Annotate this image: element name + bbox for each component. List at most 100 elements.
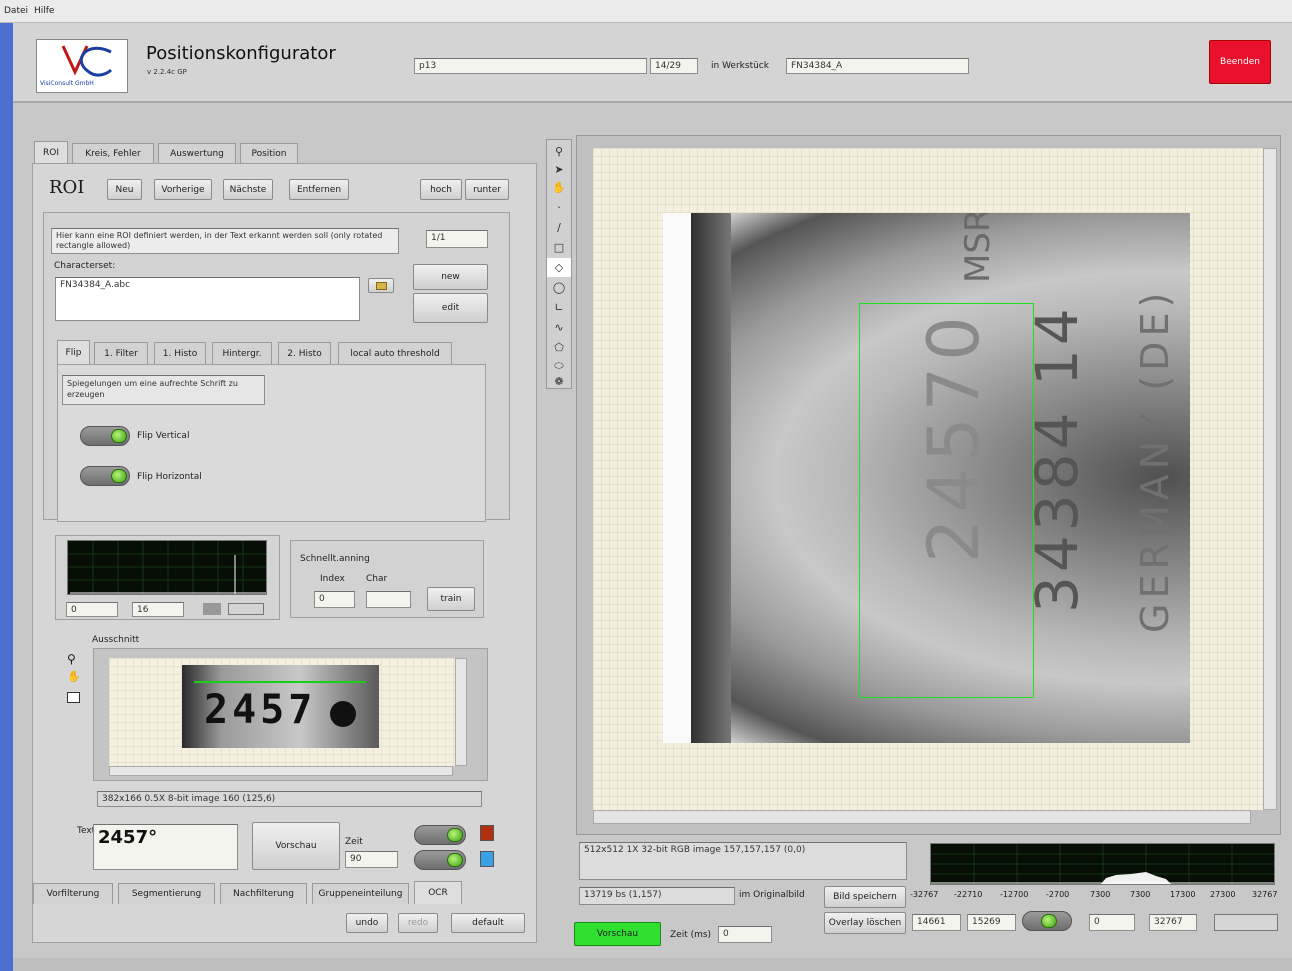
charset-field[interactable]: FN34384_A.abc <box>55 277 360 321</box>
clear-overlay-button[interactable]: Overlay löschen <box>824 912 906 934</box>
subtab-filter1[interactable]: 1. Filter <box>94 342 148 364</box>
tab-auswertung[interactable]: Auswertung <box>158 143 236 163</box>
zoom-icon[interactable]: ⚲ <box>67 652 76 666</box>
tab-nachfilterung[interactable]: Nachfilterung <box>220 883 307 904</box>
charset-edit-button[interactable]: edit <box>413 293 488 323</box>
image-hscroll[interactable] <box>593 810 1251 824</box>
tab-gruppeneinteilung[interactable]: Gruppeneinteilung <box>312 883 409 904</box>
crop-vscroll[interactable] <box>455 658 467 766</box>
ratio-field: 1/1 <box>426 230 488 248</box>
crop-text: 2457 <box>204 687 317 733</box>
menu-hilfe[interactable]: Hilfe <box>34 6 54 16</box>
position-name-field[interactable]: p13 <box>414 58 647 74</box>
hist-max-field[interactable]: 16 <box>132 602 184 617</box>
small-histogram <box>67 540 267 595</box>
folder-browse-button[interactable] <box>368 278 394 293</box>
hist-axis-tick: 27300 <box>1210 890 1236 899</box>
status-red-indicator <box>480 825 494 841</box>
new-roi-button[interactable]: Neu <box>107 179 142 200</box>
pan-icon[interactable]: ✋ <box>67 670 81 683</box>
default-button[interactable]: default <box>451 913 525 933</box>
rectangle-icon[interactable] <box>67 692 80 703</box>
workpiece-field[interactable]: FN34384_A <box>786 58 969 74</box>
subtab-histo2[interactable]: 2. Histo <box>278 342 331 364</box>
ocr-preview-button[interactable]: Vorschau <box>252 822 340 870</box>
hist-tools-icon[interactable] <box>228 603 264 615</box>
next-roi-button[interactable]: Nächste <box>223 179 273 200</box>
graph-tools-icon[interactable] <box>1214 914 1278 931</box>
flip-hint: Spiegelungen um eine aufrechte Schrift z… <box>62 375 265 405</box>
train-button[interactable]: train <box>427 587 475 611</box>
color-tool-icon[interactable]: ❁ <box>547 372 571 391</box>
subtab-histo1[interactable]: 1. Histo <box>154 342 206 364</box>
tab-ocr[interactable]: OCR <box>414 881 462 904</box>
flip-vertical-toggle[interactable] <box>80 426 130 446</box>
tab-position[interactable]: Position <box>240 143 298 163</box>
flip-horizontal-toggle[interactable] <box>80 466 130 486</box>
logo-company-text: VisiConsult GmbH <box>40 80 94 87</box>
hist-axis-tick: 7300 <box>1130 890 1151 899</box>
rectangle-tool-icon[interactable]: □ <box>547 238 571 257</box>
workpiece-label: in Werkstück <box>711 61 769 71</box>
hist-axis-tick: 7300 <box>1090 890 1111 899</box>
tool-palette: ⚲ ➤ ✋ · ∕ □ ◇ ◯ ∟ ∿ ⬠ ⬭ ❁ <box>546 139 572 389</box>
subtab-hintergrund[interactable]: Hintergr. <box>212 342 272 364</box>
charset-new-button[interactable]: new <box>413 264 488 290</box>
tab-segmentierung[interactable]: Segmentierung <box>118 883 215 904</box>
zeit-ms-label: Zeit (ms) <box>670 930 712 940</box>
hist-zoom-icon[interactable] <box>203 603 221 615</box>
tab-vorfilterung[interactable]: Vorfilterung <box>33 883 113 904</box>
option-toggle-2[interactable] <box>414 850 466 870</box>
range-low-field[interactable]: 0 <box>1089 914 1135 931</box>
crop-info: 382x166 0.5X 8-bit image 160 (125,6) <box>97 791 482 807</box>
undo-button[interactable]: undo <box>346 913 388 933</box>
move-down-button[interactable]: runter <box>465 179 509 200</box>
crop-image: 2457 <box>182 665 379 748</box>
previous-roi-button[interactable]: Vorherige <box>154 179 212 200</box>
range-high-field[interactable]: 32767 <box>1149 914 1197 931</box>
subtab-local-threshold[interactable]: local auto threshold <box>338 342 452 364</box>
option-toggle-1[interactable] <box>414 825 466 845</box>
pointer-tool-icon[interactable]: ➤ <box>547 160 571 179</box>
redo-button[interactable]: redo <box>398 913 438 933</box>
polygon-tool-icon[interactable]: ⬠ <box>547 338 571 357</box>
range-min-field[interactable]: 14661 <box>912 914 961 931</box>
save-image-button[interactable]: Bild speichern <box>824 886 906 908</box>
zoom-tool-icon[interactable]: ⚲ <box>547 142 571 161</box>
index-field[interactable]: 0 <box>314 591 355 608</box>
menu-bar: Datei Hilfe <box>0 0 1292 23</box>
tab-roi[interactable]: ROI <box>34 141 68 163</box>
hist-axis: -32767 -22710 -12700 -2700 7300 7300 173… <box>910 890 1290 902</box>
toggle-led-icon <box>447 828 463 842</box>
app-version: v 2.2.4c GP <box>147 68 187 76</box>
xray-image: MSR 24570 34384 14 GERMANY (DE) <box>663 213 1190 743</box>
rotated-rect-tool-icon[interactable]: ◇ <box>547 258 571 277</box>
crop-hscroll[interactable] <box>109 766 453 776</box>
toggle-led-icon <box>1041 914 1057 928</box>
hist-min-field[interactable]: 0 <box>66 602 118 617</box>
zeit-label: Zeit <box>345 837 363 847</box>
image-left-edge <box>663 213 691 743</box>
header: VisiConsult GmbH Positionskonfigurator v… <box>13 23 1292 103</box>
line-tool-icon[interactable]: ∕ <box>547 218 571 237</box>
range-max-field[interactable]: 15269 <box>967 914 1016 931</box>
pan-tool-icon[interactable]: ✋ <box>547 178 571 197</box>
polyline-tool-icon[interactable]: ∟ <box>547 298 571 317</box>
point-tool-icon[interactable]: · <box>547 198 571 217</box>
image-line-country: GERMANY (DE) <box>1133 287 1177 633</box>
ausschnitt-label: Ausschnitt <box>92 635 140 645</box>
main-preview-button[interactable]: Vorschau <box>574 922 661 946</box>
roi-rectangle[interactable] <box>859 303 1034 698</box>
char-field[interactable] <box>366 591 411 608</box>
image-vscroll[interactable] <box>1263 148 1277 810</box>
annulus-tool-icon[interactable]: ◯ <box>547 278 571 297</box>
remove-roi-button[interactable]: Entfernen <box>289 179 349 200</box>
subtab-flip[interactable]: Flip <box>57 340 90 364</box>
move-up-button[interactable]: hoch <box>420 179 462 200</box>
quit-button[interactable]: Beenden <box>1209 40 1271 84</box>
menu-datei[interactable]: Datei <box>4 6 28 16</box>
freehand-tool-icon[interactable]: ∿ <box>547 318 571 337</box>
range-toggle[interactable] <box>1022 911 1072 931</box>
tab-kreis-fehler[interactable]: Kreis, Fehler <box>72 143 154 163</box>
hist-axis-tick: -12700 <box>1000 890 1029 899</box>
